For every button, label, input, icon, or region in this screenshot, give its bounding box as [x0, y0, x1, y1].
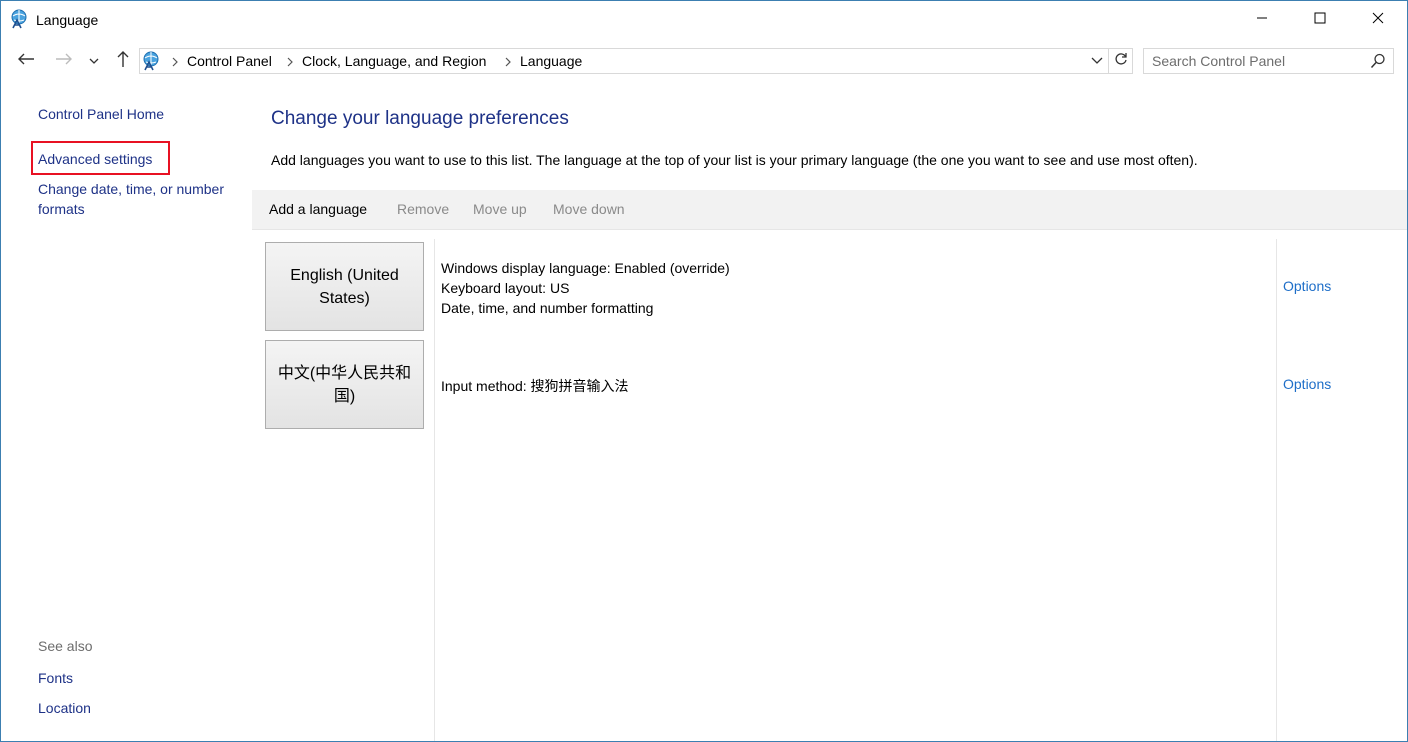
- change-date-time-formats-link[interactable]: Change date, time, or number formats: [38, 179, 243, 219]
- arrow-right-icon: [55, 52, 73, 71]
- language-window: Language Control Panel Clock, Language, …: [0, 0, 1408, 742]
- breadcrumb-separator-icon[interactable]: [285, 55, 295, 67]
- breadcrumb-separator-icon[interactable]: [170, 55, 180, 67]
- globe-language-icon: [10, 9, 30, 29]
- location-link[interactable]: Location: [38, 698, 91, 718]
- language-toolbar: Add a language Remove Move up Move down: [252, 190, 1407, 230]
- address-bar[interactable]: Control Panel Clock, Language, and Regio…: [139, 48, 1133, 74]
- up-button[interactable]: [111, 45, 135, 77]
- minimize-icon: [1256, 11, 1268, 29]
- move-up-button[interactable]: Move up: [473, 201, 527, 217]
- breadcrumb-clock-language-region[interactable]: Clock, Language, and Region: [302, 53, 486, 69]
- detail-line: Windows display language: Enabled (overr…: [441, 260, 730, 276]
- add-language-button[interactable]: Add a language: [269, 201, 367, 217]
- see-also-label: See also: [38, 638, 93, 654]
- detail-line: Input method: 搜狗拼音输入法: [441, 378, 629, 394]
- breadcrumb-language[interactable]: Language: [520, 53, 582, 69]
- language-tile-chinese[interactable]: 中文(中华人民共和国): [265, 340, 424, 429]
- divider: [434, 239, 435, 741]
- breadcrumb-separator-icon[interactable]: [503, 55, 513, 67]
- breadcrumb-control-panel[interactable]: Control Panel: [187, 53, 272, 69]
- divider: [1276, 239, 1277, 741]
- page-description: Add languages you want to use to this li…: [271, 152, 1198, 168]
- options-link-chinese[interactable]: Options: [1283, 376, 1331, 392]
- forward-button[interactable]: [51, 45, 77, 77]
- globe-language-icon: [142, 51, 162, 71]
- fonts-link[interactable]: Fonts: [38, 668, 73, 688]
- detail-line: Keyboard layout: US: [441, 280, 570, 296]
- arrow-left-icon: [17, 52, 35, 71]
- address-history-button[interactable]: [1086, 49, 1108, 73]
- page-title: Change your language preferences: [271, 108, 569, 129]
- chevron-down-icon: [1091, 52, 1103, 70]
- recent-locations-button[interactable]: [85, 45, 103, 77]
- maximize-button[interactable]: [1291, 1, 1349, 39]
- language-details-english: Windows display language: Enabled (overr…: [441, 258, 730, 318]
- control-panel-home-link[interactable]: Control Panel Home: [38, 104, 164, 124]
- refresh-icon: [1114, 52, 1128, 71]
- refresh-button[interactable]: [1108, 49, 1132, 73]
- remove-button[interactable]: Remove: [397, 201, 449, 217]
- maximize-icon: [1314, 11, 1326, 29]
- language-details-chinese: Input method: 搜狗拼音输入法: [441, 376, 629, 396]
- close-button[interactable]: [1349, 1, 1407, 39]
- navigation-bar: Control Panel Clock, Language, and Regio…: [1, 45, 1407, 77]
- language-name: 中文(中华人民共和国): [277, 364, 412, 405]
- language-name: English (United States): [290, 266, 399, 307]
- minimize-button[interactable]: [1233, 1, 1291, 39]
- window-title: Language: [36, 12, 99, 28]
- arrow-up-icon: [116, 50, 130, 73]
- detail-line: Date, time, and number formatting: [441, 300, 654, 316]
- search-box[interactable]: [1143, 48, 1394, 74]
- advanced-settings-link[interactable]: Advanced settings: [38, 149, 152, 169]
- options-link-english[interactable]: Options: [1283, 278, 1331, 294]
- chevron-down-icon: [89, 52, 99, 70]
- title-bar: Language: [1, 1, 1407, 39]
- search-icon[interactable]: [1370, 53, 1386, 69]
- language-tile-english[interactable]: English (United States): [265, 242, 424, 331]
- move-down-button[interactable]: Move down: [553, 201, 625, 217]
- back-button[interactable]: [13, 45, 39, 77]
- search-input[interactable]: [1152, 52, 1362, 70]
- close-icon: [1372, 11, 1384, 29]
